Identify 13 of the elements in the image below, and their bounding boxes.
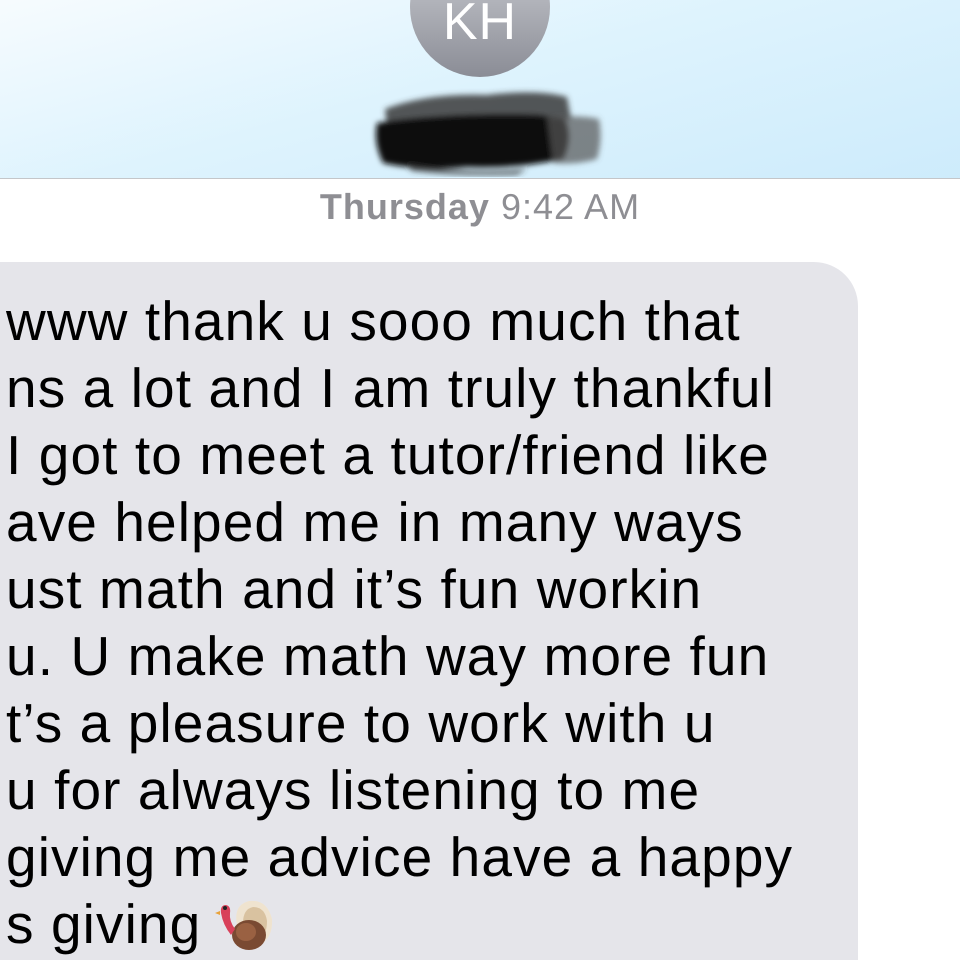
message-text: ust math and it’s fun workin	[6, 557, 702, 622]
contact-avatar[interactable]: KH	[410, 0, 550, 77]
message-text: ns a lot and I am truly thankful	[6, 356, 775, 421]
message-text: u for always listening to me	[6, 758, 700, 823]
message-text: giving me advice have a happy	[6, 825, 794, 890]
message-text: I got to meet a tutor/friend like	[6, 423, 770, 488]
message-text: ave helped me in many ways	[6, 490, 744, 555]
message-text: www thank u sooo much that	[6, 289, 741, 354]
message-text: s giving	[6, 892, 202, 957]
message-text: t’s a pleasure to work with u	[6, 691, 716, 756]
turkey-icon	[215, 898, 274, 950]
message-text: u. U make math way more fun	[6, 624, 770, 689]
message-timestamp: Thursday 9:42 AM	[320, 185, 640, 228]
